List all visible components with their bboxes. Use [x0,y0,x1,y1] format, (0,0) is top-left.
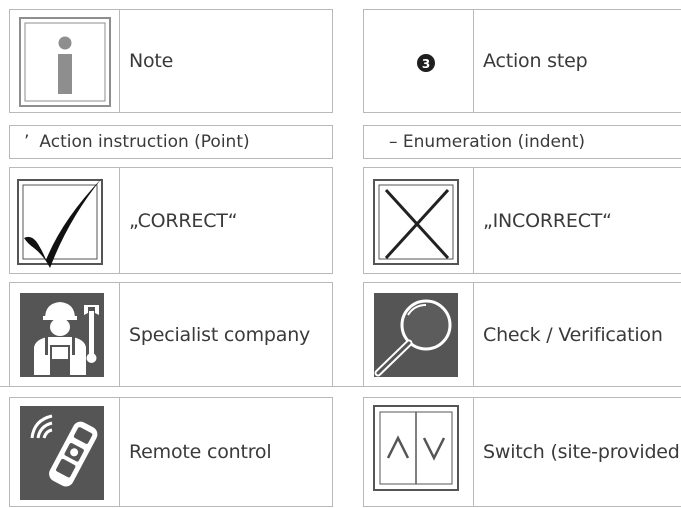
checkmark-icon [17,178,103,268]
note-icon-cell [10,10,120,112]
remote-control-icon [20,406,104,500]
check-row: Check / Verification [363,282,681,387]
bullet-mark: ’ [24,132,30,152]
info-icon [19,17,111,107]
incorrect-row: „INCORRECT“ [363,167,681,274]
check-icon-cell [364,283,474,386]
numbered-circle-icon: 3 [417,54,435,72]
remote-icon-cell [10,398,120,506]
action-instruction-label: Action instruction (Point) [39,132,250,152]
row-separator-line [0,386,681,387]
action-step-row: 3 Action step [363,9,681,113]
check-label: Check / Verification [483,323,663,346]
switch-icon-cell [364,398,474,506]
specialist-label: Specialist company [129,323,311,346]
incorrect-icon-cell [364,168,474,273]
technician-icon [20,293,104,377]
correct-icon-cell [10,168,120,273]
remote-row: Remote control [9,397,333,507]
action-step-label: Action step [483,50,588,72]
action-step-icon-cell: 3 [364,10,474,112]
note-label: Note [129,50,174,72]
correct-row: „CORRECT“ [9,167,333,274]
note-row: Note [9,9,333,113]
switch-label: Switch (site-provided) [483,441,681,463]
specialist-icon-cell [10,283,120,386]
enumeration-row: – Enumeration (indent) [363,125,681,159]
remote-label: Remote control [129,441,272,463]
updown-switch-icon [373,405,459,491]
correct-label: „CORRECT“ [129,209,238,232]
magnifier-icon [374,293,458,377]
specialist-row: Specialist company [9,282,333,387]
action-step-number: 3 [422,57,430,71]
enumeration-label: – Enumeration (indent) [389,132,586,152]
switch-row: Switch (site-provided) [363,397,681,507]
action-instruction-row: ’ Action instruction (Point) [9,125,333,159]
cross-icon [373,179,459,265]
incorrect-label: „INCORRECT“ [483,209,612,232]
